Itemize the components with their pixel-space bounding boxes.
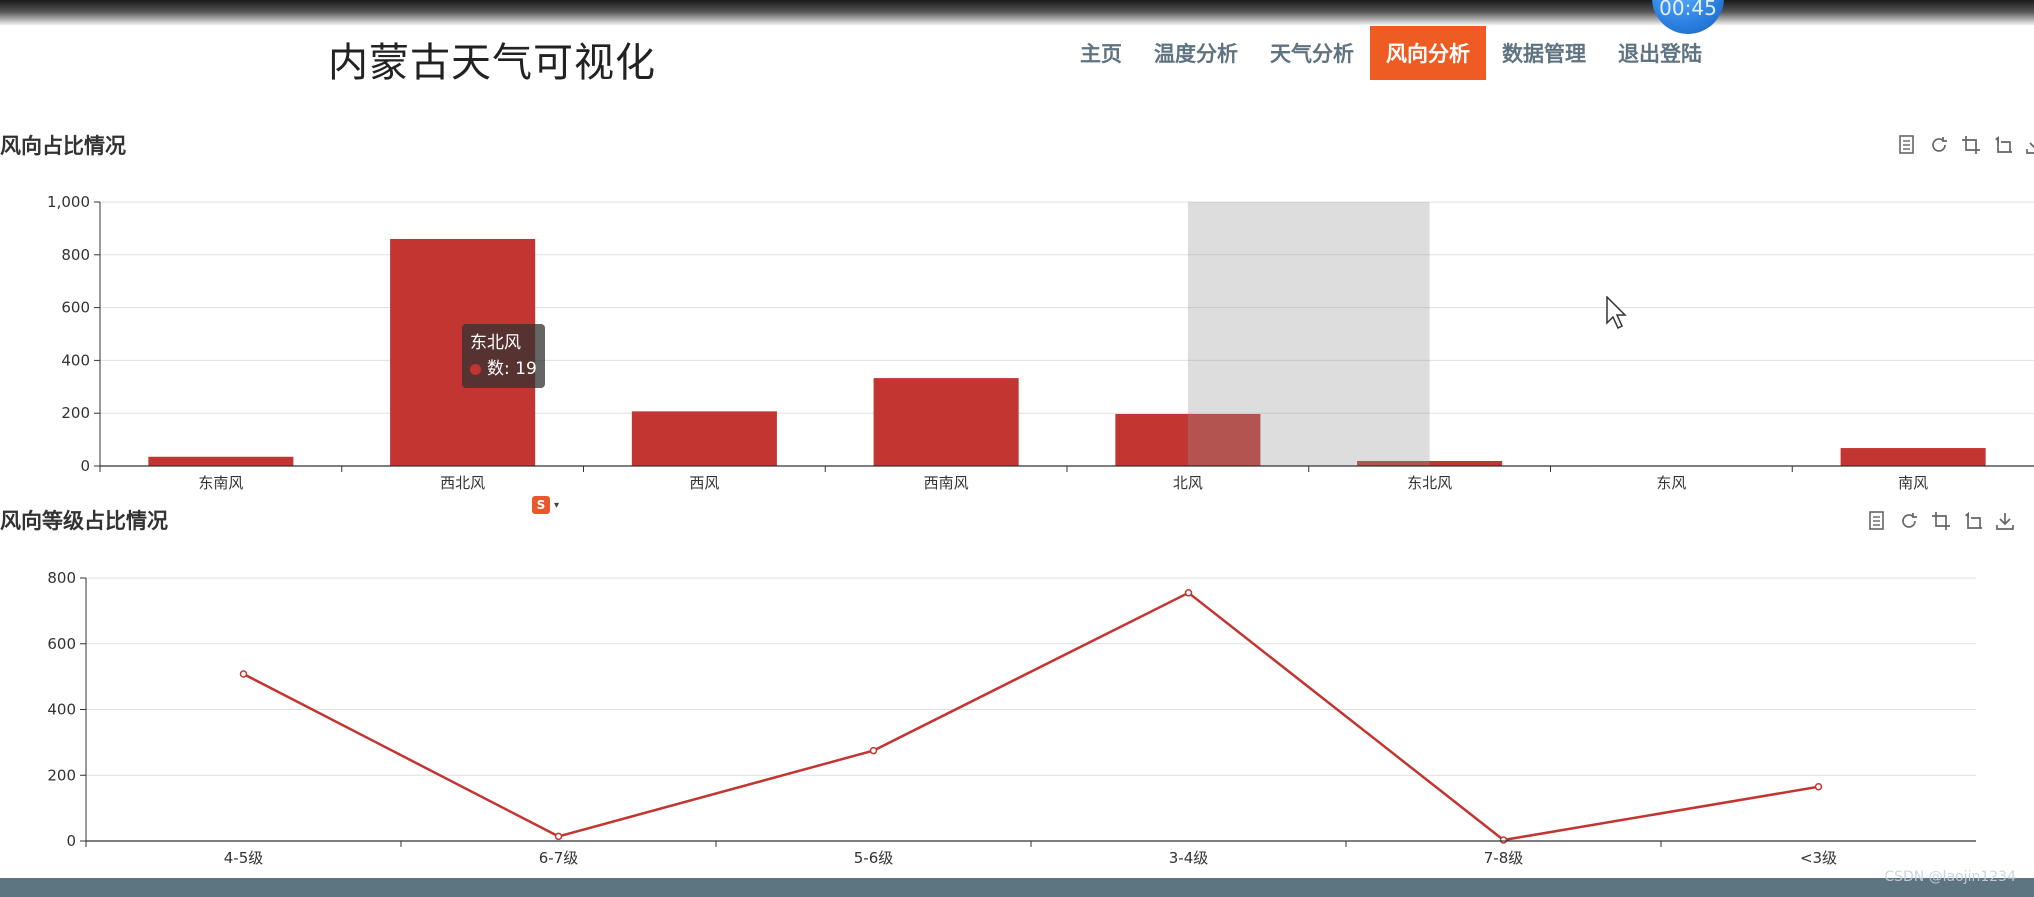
- line-y-tick-label: 400: [47, 701, 76, 719]
- bar-x-tick-label: 南风: [1898, 474, 1928, 492]
- restore-icon[interactable]: [1898, 510, 1920, 532]
- bar-tooltip: 东北风 数: 19: [462, 324, 545, 388]
- line-x-tick-label: 4-5级: [224, 849, 264, 867]
- line-point: [869, 746, 878, 755]
- line-chart-title: 风向等级占比情况: [0, 509, 168, 533]
- mouse-cursor-icon: [1606, 295, 1628, 334]
- bar-x-tick-label: 北风: [1173, 474, 1203, 492]
- bar-y-tick-label: 1,000: [47, 193, 90, 211]
- line-point: [239, 670, 248, 678]
- line-series: [242, 591, 1819, 842]
- line-point: [1184, 589, 1193, 597]
- footer-bar: [0, 878, 2034, 897]
- line-y-tick-label: 0: [66, 832, 76, 850]
- save-image-icon[interactable]: [1994, 510, 2016, 532]
- bar-x-tick-label: 东北风: [1407, 474, 1452, 492]
- bar: [148, 456, 294, 466]
- bar-y-tick-label: 400: [61, 351, 90, 369]
- bar: [631, 411, 777, 466]
- tooltip-value: 数: 19: [487, 359, 537, 379]
- bar-y-tick-label: 600: [61, 299, 90, 317]
- bar-y-tick-label: 800: [61, 246, 90, 264]
- line-x-tick-label: 6-7级: [539, 849, 579, 867]
- line-y-tick-label: 600: [47, 635, 76, 653]
- watermark: CSDN @laojin1234: [1884, 869, 2016, 885]
- line-y-tick-label: 200: [47, 766, 76, 784]
- zoom-icon[interactable]: [1930, 510, 1952, 532]
- bar-x-tick-label: 西风: [689, 474, 719, 492]
- tooltip-series-dot: [470, 363, 481, 375]
- line-chart-toolbox: [1866, 510, 2016, 532]
- chevron-down-icon: ▾: [554, 499, 560, 511]
- input-method-widget[interactable]: S ▾: [532, 495, 576, 515]
- zoom-reset-icon[interactable]: [1962, 510, 1984, 532]
- line-x-tick-label: 3-4级: [1169, 849, 1209, 867]
- bar-y-tick-label: 0: [80, 457, 90, 475]
- bar-x-tick-label: 东南风: [198, 474, 243, 492]
- line-x-tick-label: 7-8级: [1484, 849, 1524, 867]
- tooltip-title: 东北风: [470, 333, 521, 353]
- line-point: [554, 832, 563, 841]
- bar: [873, 378, 1019, 466]
- bar: [1840, 448, 1986, 466]
- line-x-tick-label: <3级: [1800, 849, 1837, 867]
- axis-pointer-shadow: [1187, 202, 1430, 466]
- input-method-logo-icon: S: [532, 496, 550, 514]
- bar-x-tick-label: 西北风: [440, 474, 485, 492]
- bar-chart: 02004006008001,000东南风 西北风 西风 西南风 北风 东北风 东风 南风: [47, 193, 2034, 492]
- line-x-tick-label: 5-6级: [854, 849, 894, 867]
- bar-x-tick-label: 东风: [1656, 474, 1686, 492]
- line-point: [1499, 836, 1508, 844]
- bar-x-tick-label: 西南风: [924, 474, 969, 492]
- data-view-icon[interactable]: [1866, 510, 1888, 532]
- line-point: [1814, 783, 1823, 791]
- line-y-tick-label: 800: [47, 569, 76, 587]
- bar-y-tick-label: 200: [61, 404, 90, 422]
